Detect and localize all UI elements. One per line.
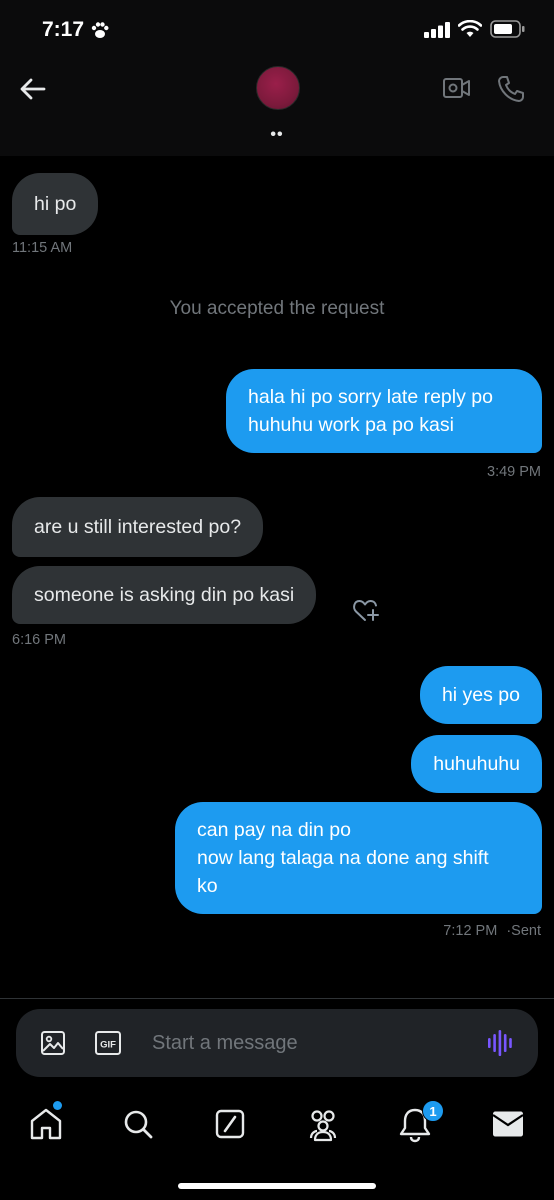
status-bar: 7:17 [0, 0, 554, 60]
back-arrow-icon[interactable] [16, 74, 50, 104]
message-line: ko [197, 875, 218, 897]
message-text: hi yes po [441, 684, 520, 706]
svg-text:GIF: GIF [100, 1040, 116, 1051]
message-line: can pay na din po [197, 819, 351, 841]
message-time: 7:12 PM [443, 923, 498, 939]
chat-header: •• [0, 60, 554, 156]
signal-icon [424, 22, 450, 38]
message-timestamp: 7:12 PM ·Sent [443, 923, 541, 939]
incoming-message[interactable]: someone is asking din po kasi [12, 566, 317, 624]
status-time: 7:17 [42, 18, 85, 41]
outgoing-message[interactable]: hala hi po sorry late reply po huhuhu wo… [226, 369, 542, 453]
message-thread: hi po 11:15 AM You accepted the request … [0, 156, 554, 998]
incoming-message[interactable]: hi po [12, 173, 99, 235]
home-new-dot [53, 1101, 62, 1110]
home-indicator [178, 1183, 376, 1189]
message-text: hi po [34, 193, 77, 215]
message-timestamp: 3:49 PM [487, 464, 541, 480]
gif-icon[interactable]: GIF [94, 1030, 122, 1056]
message-line: huhuhu work pa po kasi [248, 414, 454, 436]
grok-icon[interactable] [210, 1104, 250, 1144]
communities-icon[interactable] [303, 1104, 343, 1144]
video-call-icon[interactable] [442, 74, 472, 102]
message-line: hala hi po sorry late reply po [248, 386, 493, 408]
message-composer: GIF [16, 1009, 538, 1077]
outgoing-message[interactable]: huhuhuhu [411, 735, 542, 793]
delivery-status: ·Sent [506, 923, 541, 939]
incoming-message[interactable]: are u still interested po? [12, 497, 264, 557]
notification-badge: 1 [422, 1100, 444, 1122]
phone-icon[interactable] [496, 74, 526, 104]
message-timestamp: 6:16 PM [12, 632, 66, 648]
battery-icon [490, 20, 525, 38]
outgoing-message[interactable]: hi yes po [419, 666, 542, 724]
wifi-icon [458, 20, 482, 37]
composer-divider [0, 998, 554, 999]
outgoing-message[interactable]: can pay na din po now lang talaga na don… [175, 802, 542, 914]
home-icon[interactable] [26, 1104, 66, 1144]
search-icon[interactable] [118, 1104, 158, 1144]
message-timestamp: 11:15 AM [12, 240, 73, 256]
message-text: someone is asking din po kasi [34, 584, 295, 606]
contact-avatar[interactable] [256, 66, 300, 110]
contact-name[interactable]: •• [0, 126, 554, 144]
message-text: huhuhuhu [433, 753, 520, 775]
message-input[interactable] [152, 1023, 472, 1063]
voice-message-icon[interactable] [486, 1029, 514, 1057]
paw-icon [91, 22, 109, 38]
add-reaction-icon[interactable] [352, 596, 382, 624]
image-icon[interactable] [40, 1030, 66, 1056]
system-note: You accepted the request [169, 298, 385, 319]
message-line: now lang talaga na done ang shift [197, 847, 489, 869]
message-text: are u still interested po? [34, 516, 242, 538]
messages-icon[interactable] [488, 1104, 528, 1144]
